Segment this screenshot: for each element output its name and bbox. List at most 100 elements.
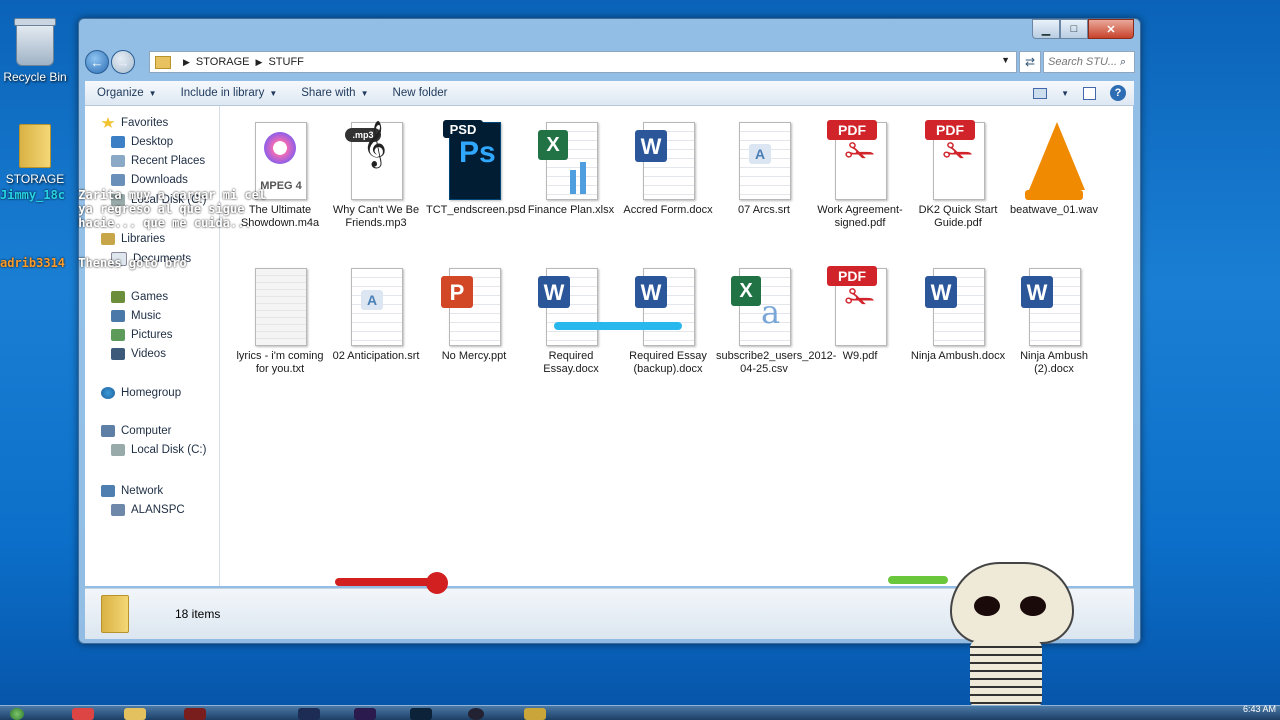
file-item[interactable]: X Finance Plan.xlsx xyxy=(523,120,619,217)
file-item[interactable]: W Required Essay (backup).docx xyxy=(620,266,716,376)
include-in-library-menu[interactable]: Include in library ▼ xyxy=(169,87,290,99)
chat-text: Thenes goto bro xyxy=(78,256,187,270)
file-item[interactable]: A 07 Arcs.srt xyxy=(716,120,812,217)
file-item[interactable]: lyrics - i'm coming for you.txt xyxy=(232,266,328,376)
file-item[interactable]: PDF ✁ DK2 Quick Start Guide.pdf xyxy=(910,120,1006,230)
app-icon[interactable] xyxy=(524,708,546,720)
explorer-icon[interactable] xyxy=(124,708,146,720)
file-name: 02 Anticipation.srt xyxy=(332,350,420,362)
nav-label: Computer xyxy=(121,425,172,437)
file-item[interactable]: .mp3 𝄞 Why Can't We Be Friends.mp3 xyxy=(328,120,424,230)
downloads-icon xyxy=(111,174,125,186)
back-arrow-icon: ← xyxy=(90,54,104,70)
chevron-down-icon: ▼ xyxy=(269,88,278,98)
navigation-row: ← → ▶ STORAGE ▶ STUFF ▼ ⇄ ⌕ xyxy=(85,49,1135,75)
refresh-button[interactable]: ⇄ xyxy=(1019,51,1041,73)
minimize-button[interactable]: ▁ xyxy=(1032,19,1060,39)
nav-downloads[interactable]: Downloads xyxy=(111,174,188,186)
breadcrumb-storage[interactable]: STORAGE xyxy=(196,56,250,68)
nav-libraries[interactable]: Libraries xyxy=(101,233,165,245)
forward-arrow-icon: → xyxy=(116,54,130,70)
nav-label: Homegroup xyxy=(121,387,182,399)
nav-recent-places[interactable]: Recent Places xyxy=(111,155,205,167)
chat-username: Jimmy_18c xyxy=(0,188,66,202)
file-name: 07 Arcs.srt xyxy=(738,204,790,216)
back-button[interactable]: ← xyxy=(85,50,109,74)
nav-favorites[interactable]: Favorites xyxy=(101,117,168,129)
nav-desktop[interactable]: Desktop xyxy=(111,136,173,148)
pdf-file-icon: PDF ✁ xyxy=(827,120,893,200)
file-name: Ninja Ambush (2).docx xyxy=(1020,350,1088,375)
nav-games[interactable]: Games xyxy=(111,291,168,303)
file-item[interactable]: W Accred Form.docx xyxy=(620,120,716,217)
recycle-bin[interactable]: Recycle Bin xyxy=(0,18,70,84)
blue-stick-figure xyxy=(554,322,682,330)
file-item[interactable]: X a subscribe2_users_2012-04-25.csv xyxy=(716,266,836,376)
nav-label: Favorites xyxy=(121,117,169,129)
preview-pane-icon[interactable] xyxy=(1083,86,1096,100)
file-item[interactable]: beatwave_01.wav xyxy=(1006,120,1102,217)
nav-homegroup[interactable]: Homegroup xyxy=(101,387,181,399)
nav-label: Recent Places xyxy=(131,155,206,167)
nav-network[interactable]: Network xyxy=(101,485,163,497)
maximize-button[interactable]: □ xyxy=(1060,19,1088,39)
folder-icon xyxy=(19,124,51,168)
search-icon[interactable]: ⌕ xyxy=(1120,56,1126,69)
nav-alanspc[interactable]: ALANSPC xyxy=(111,504,185,516)
breadcrumb-stuff[interactable]: STUFF xyxy=(268,56,303,68)
word-badge: W xyxy=(635,130,667,162)
nav-pictures[interactable]: Pictures xyxy=(111,329,173,341)
flash-icon[interactable] xyxy=(184,708,206,720)
srt-badge: A xyxy=(361,290,383,310)
organize-label: Organize xyxy=(97,87,144,99)
address-bar[interactable]: ▶ STORAGE ▶ STUFF ▼ xyxy=(149,51,1017,73)
file-name: No Mercy.ppt xyxy=(441,350,507,362)
file-name: Required Essay (backup).docx xyxy=(629,350,707,375)
storage-label: STORAGE xyxy=(5,172,65,186)
star-icon xyxy=(101,117,115,128)
close-button[interactable]: ✕ xyxy=(1088,19,1134,39)
word-badge: W xyxy=(925,276,957,308)
nav-videos[interactable]: Videos xyxy=(111,348,166,360)
file-item[interactable]: W Ninja Ambush (2).docx xyxy=(1006,266,1102,376)
system-clock[interactable]: 6:43 AM xyxy=(1243,704,1276,714)
organize-menu[interactable]: Organize ▼ xyxy=(85,87,169,99)
file-name: Why Can't We Be Friends.mp3 xyxy=(332,204,420,229)
word-file-icon: W xyxy=(925,266,991,346)
recent-places-icon xyxy=(111,155,125,167)
forward-button[interactable]: → xyxy=(111,50,135,74)
new-folder-button[interactable]: New folder xyxy=(381,87,460,99)
file-list: MPEG 4 The Ultimate Showdown.m4a .mp3 𝄞 … xyxy=(220,106,1133,586)
file-item[interactable]: W Ninja Ambush.docx xyxy=(910,266,1006,363)
help-icon[interactable]: ? xyxy=(1110,85,1126,101)
file-item[interactable]: A 02 Anticipation.srt xyxy=(328,266,424,363)
file-item[interactable]: W Required Essay.docx xyxy=(523,266,619,376)
file-item[interactable]: PDF ✁ W9.pdf xyxy=(812,266,908,363)
file-item[interactable]: PSD Ps TCT_endscreen.psd xyxy=(426,120,526,217)
premiere-icon[interactable] xyxy=(354,708,376,720)
file-name: DK2 Quick Start Guide.pdf xyxy=(918,204,998,229)
file-name: Ninja Ambush.docx xyxy=(910,350,1006,362)
change-view-icon[interactable] xyxy=(1033,87,1048,99)
share-with-menu[interactable]: Share with ▼ xyxy=(289,87,380,99)
nav-music[interactable]: Music xyxy=(111,310,161,322)
file-item[interactable]: P No Mercy.ppt xyxy=(426,266,522,363)
after-effects-icon[interactable] xyxy=(298,708,320,720)
chevron-down-icon[interactable]: ▼ xyxy=(1001,55,1010,65)
word-file-icon: W xyxy=(635,120,701,200)
chat-text: Zarita muy a cargar mi cel ya regreso al… xyxy=(78,188,267,230)
chevron-down-icon[interactable]: ▼ xyxy=(1061,89,1069,98)
chat-username: adrib3314 xyxy=(0,256,66,270)
folder-icon xyxy=(155,55,171,69)
chrome-icon[interactable] xyxy=(72,708,94,720)
nav-computer[interactable]: Computer xyxy=(101,425,172,437)
storage-folder[interactable]: STORAGE xyxy=(0,124,70,186)
search-input[interactable] xyxy=(1044,55,1120,69)
nav-local-disk[interactable]: Local Disk (C:) xyxy=(111,444,206,456)
file-name: lyrics - i'm coming for you.txt xyxy=(236,350,324,375)
file-item[interactable]: PDF ✁ Work Agreement-signed.pdf xyxy=(812,120,908,230)
photoshop-icon[interactable] xyxy=(410,708,432,720)
media-icon[interactable] xyxy=(468,708,484,720)
start-button-icon[interactable] xyxy=(10,708,24,720)
caption-buttons: ▁ □ ✕ xyxy=(1032,19,1134,39)
